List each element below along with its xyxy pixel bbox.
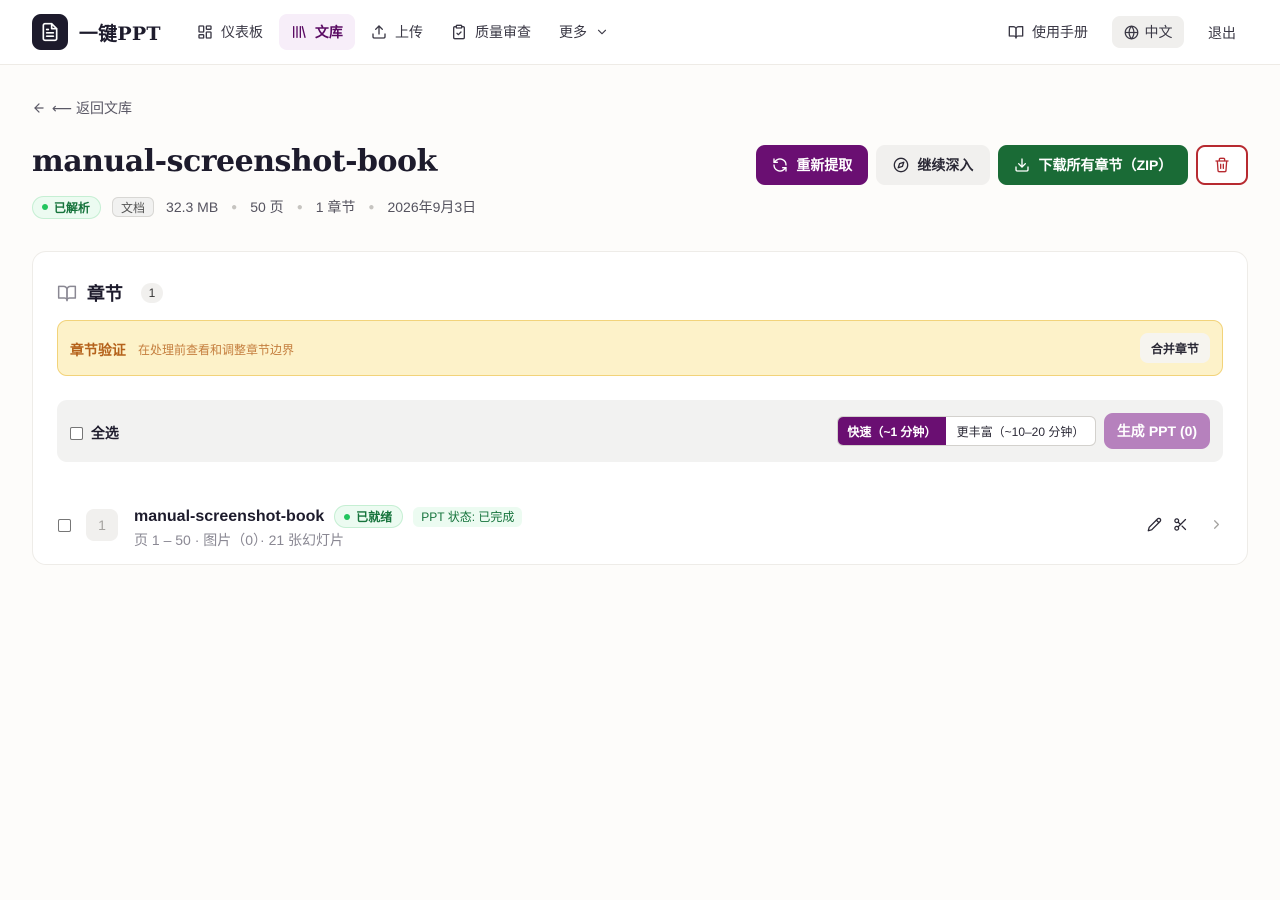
book-open-icon	[1008, 26, 1024, 39]
chapter-count: 1 章节	[315, 199, 356, 215]
edit-chapter-button[interactable]	[1147, 517, 1162, 532]
chapter-verification-banner: 章节验证 在处理前查看和调整章节边界 合并章节	[57, 320, 1223, 376]
pencil-icon	[1147, 517, 1162, 532]
nav-quality-review[interactable]: 质量审查	[439, 14, 543, 50]
language-label: 中文	[1144, 24, 1173, 40]
chapters-count-badge: 1	[141, 283, 163, 303]
download-zip-button[interactable]: 下载所有章节（ZIP）	[998, 145, 1188, 185]
merge-chapters-button[interactable]: 合并章节	[1140, 333, 1210, 363]
nav-library-label: 文库	[315, 24, 343, 40]
logo[interactable]	[32, 14, 68, 50]
chevron-right-icon	[1214, 520, 1219, 529]
deep-dive-button[interactable]: 继续深入	[876, 145, 990, 185]
chapters-card: 章节 1 章节验证 在处理前查看和调整章节边界 合并章节 全选 快速（~1 分钟…	[32, 251, 1248, 565]
select-all-checkbox[interactable]	[70, 426, 83, 440]
logout-button[interactable]: 退出	[1208, 23, 1236, 43]
back-link-label: ⟵ 返回文库	[52, 100, 132, 116]
generate-ppt-button[interactable]: 生成 PPT (0)	[1104, 413, 1210, 449]
globe-icon	[1124, 24, 1138, 40]
book-open-icon	[57, 285, 77, 302]
nav-upload-label: 上传	[395, 24, 423, 40]
nav-upload[interactable]: 上传	[359, 14, 435, 50]
back-to-library-link[interactable]: ⟵ 返回文库	[32, 98, 132, 118]
verification-subtitle: 在处理前查看和调整章节边界	[138, 343, 295, 357]
chapter-status-label: 已就绪	[356, 510, 393, 524]
library-icon	[293, 26, 306, 38]
page-title: manual-screenshot-book	[32, 144, 437, 179]
nav-library[interactable]: 文库	[279, 14, 355, 50]
verification-title: 章节验证	[70, 342, 126, 358]
expand-chapter-button[interactable]	[1209, 517, 1224, 532]
document-meta: 已解析 文档 32.3 MB ● 50 页 ● 1 章节 ● 2026年9月3日	[32, 195, 476, 219]
brand-name[interactable]: 一键PPT	[79, 19, 161, 46]
dashboard-icon	[198, 25, 212, 39]
nav-dashboard[interactable]: 仪表板	[185, 14, 275, 50]
created-date: 2026年9月3日	[387, 199, 477, 215]
clipboard-check-icon	[453, 24, 465, 40]
nav-more[interactable]: 更多	[547, 14, 621, 50]
mode-fast-option[interactable]: 快速（~1 分钟）	[838, 417, 946, 445]
delete-button[interactable]	[1196, 145, 1248, 185]
chapter-number: 1	[86, 509, 118, 541]
user-manual-label: 使用手册	[1032, 24, 1088, 40]
generation-toolbar: 全选 快速（~1 分钟） 更丰富（~10–20 分钟） 生成 PPT (0)	[57, 400, 1223, 462]
status-label: 已解析	[54, 200, 91, 215]
scissors-icon	[1174, 518, 1187, 531]
compass-icon	[893, 157, 908, 173]
user-manual-link[interactable]: 使用手册	[996, 14, 1100, 50]
page-count: 50 页	[250, 199, 284, 215]
status-dot-icon	[344, 513, 351, 520]
reextract-button[interactable]: 重新提取	[756, 145, 868, 185]
chapter-title-line: manual-screenshot-book 已就绪 PPT 状态: 已完成	[134, 505, 523, 528]
chevron-down-icon	[597, 29, 607, 35]
select-all-label: 全选	[91, 425, 119, 441]
top-navigation-bar: 一键PPT 仪表板 文库 上传 质量审查 更多 使用手册 中文 退出	[0, 0, 1280, 65]
chapter-status-badge: 已就绪	[334, 505, 404, 528]
chapters-title: 章节	[87, 284, 123, 304]
separator-dot: ●	[368, 201, 375, 213]
nav-quality-review-label: 质量审查	[475, 24, 531, 40]
type-badge: 文档	[112, 197, 155, 217]
deep-dive-label: 继续深入	[917, 157, 974, 173]
ppt-status-badge: PPT 状态: 已完成	[413, 506, 523, 527]
separator-dot: ●	[296, 201, 303, 213]
mode-rich-option[interactable]: 更丰富（~10–20 分钟）	[946, 417, 1095, 445]
status-badge: 已解析	[32, 195, 102, 219]
chapter-checkbox[interactable]	[58, 519, 71, 532]
chapter-details: 页 1 – 50 · 图片（0）· 21 张幻灯片	[134, 532, 345, 548]
chapter-name: manual-screenshot-book	[134, 507, 325, 525]
separator-dot: ●	[231, 201, 238, 213]
chapters-header: 章节 1	[57, 280, 163, 306]
arrow-left-icon	[34, 103, 44, 113]
download-zip-label: 下载所有章节（ZIP）	[1038, 157, 1173, 173]
upload-icon	[372, 25, 386, 39]
file-size: 32.3 MB	[166, 199, 219, 215]
select-all[interactable]: 全选	[70, 423, 119, 443]
nav-more-label: 更多	[559, 24, 587, 40]
download-icon	[1014, 158, 1029, 172]
document-icon	[42, 22, 58, 42]
trash-icon	[1215, 157, 1229, 173]
refresh-icon	[772, 158, 787, 172]
split-chapter-button[interactable]	[1173, 517, 1188, 532]
reextract-label: 重新提取	[796, 157, 853, 173]
language-switcher[interactable]: 中文	[1112, 16, 1184, 48]
nav-dashboard-label: 仪表板	[221, 24, 263, 40]
generation-mode-toggle: 快速（~1 分钟） 更丰富（~10–20 分钟）	[837, 416, 1096, 446]
chapter-row[interactable]: 1 manual-screenshot-book 已就绪 PPT 状态: 已完成…	[57, 492, 1223, 552]
status-dot-icon	[42, 204, 48, 210]
